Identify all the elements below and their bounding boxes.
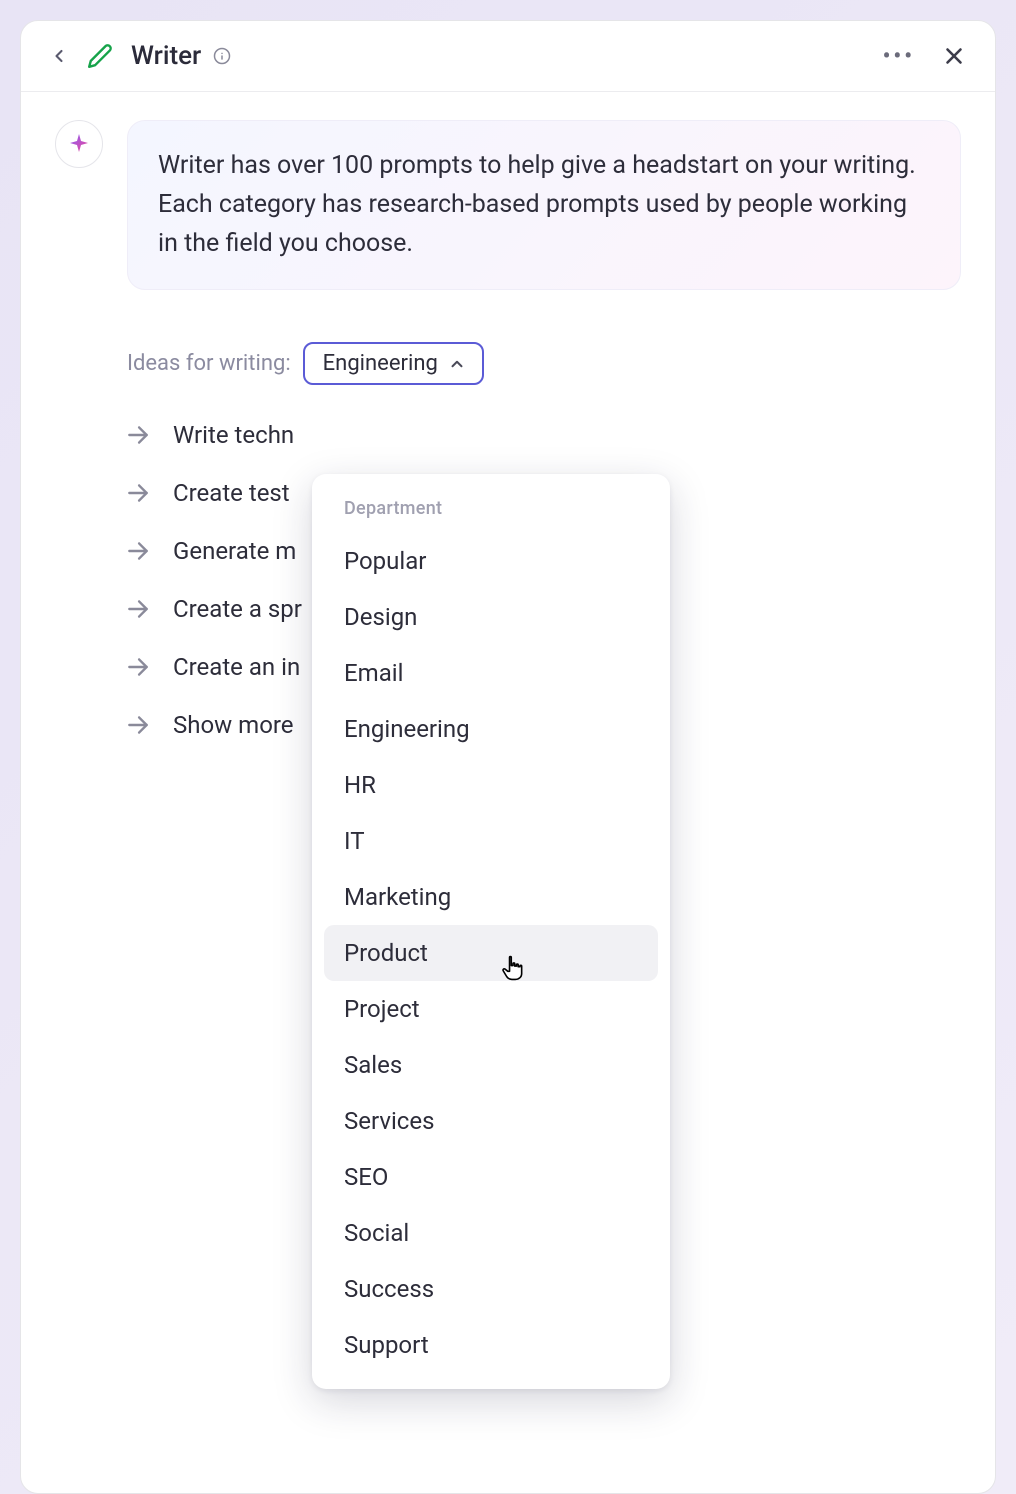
- arrow-right-icon: [125, 422, 151, 448]
- category-dropdown: Department PopularDesignEmailEngineering…: [312, 474, 670, 1389]
- header-left: Writer: [49, 41, 231, 71]
- dropdown-item[interactable]: Project: [324, 981, 658, 1037]
- dropdown-item[interactable]: Social: [324, 1205, 658, 1261]
- dropdown-item[interactable]: Support: [324, 1317, 658, 1373]
- back-button[interactable]: [49, 46, 69, 66]
- ideas-label: Ideas for writing:: [127, 351, 291, 376]
- dropdown-item[interactable]: Email: [324, 645, 658, 701]
- dropdown-section-label: Department: [324, 494, 658, 533]
- dropdown-item[interactable]: Design: [324, 589, 658, 645]
- more-options-button[interactable]: •••: [883, 44, 915, 69]
- arrow-right-icon: [125, 654, 151, 680]
- prompt-text: Create test: [173, 479, 290, 507]
- arrow-right-icon: [125, 712, 151, 738]
- modal-content: Writer has over 100 prompts to help give…: [21, 92, 995, 1493]
- dropdown-item[interactable]: Sales: [324, 1037, 658, 1093]
- page-title: Writer: [131, 41, 201, 71]
- dropdown-item[interactable]: HR: [324, 757, 658, 813]
- close-icon: [941, 43, 967, 69]
- pencil-icon: [87, 43, 113, 69]
- header-right: •••: [883, 43, 967, 69]
- dropdown-item[interactable]: Popular: [324, 533, 658, 589]
- dropdown-item[interactable]: Marketing: [324, 869, 658, 925]
- dropdown-item[interactable]: Services: [324, 1093, 658, 1149]
- info-icon[interactable]: [213, 47, 231, 65]
- dropdown-item[interactable]: IT: [324, 813, 658, 869]
- dropdown-item[interactable]: Product: [324, 925, 658, 981]
- dropdown-item[interactable]: SEO: [324, 1149, 658, 1205]
- arrow-right-icon: [125, 596, 151, 622]
- close-button[interactable]: [941, 43, 967, 69]
- prompt-text: Create a spr: [173, 595, 302, 623]
- arrow-right-icon: [125, 538, 151, 564]
- prompt-text: Write techn: [173, 421, 294, 449]
- prompt-text: Show more: [173, 711, 294, 739]
- intro-box: Writer has over 100 prompts to help give…: [127, 120, 961, 290]
- category-selected-value: Engineering: [323, 351, 438, 376]
- sparkle-icon: [67, 132, 91, 156]
- writer-modal: Writer ••• Writer has over 100 prompts t…: [20, 20, 996, 1494]
- dropdown-item[interactable]: Engineering: [324, 701, 658, 757]
- chevron-up-icon: [448, 355, 466, 373]
- prompt-text: Create an in: [173, 653, 300, 681]
- dropdown-item[interactable]: Success: [324, 1261, 658, 1317]
- prompt-text: Generate m: [173, 537, 296, 565]
- ai-badge: [55, 120, 103, 168]
- intro-row: Writer has over 100 prompts to help give…: [55, 120, 961, 290]
- modal-header: Writer •••: [21, 21, 995, 92]
- ideas-row: Ideas for writing: Engineering: [127, 342, 961, 385]
- arrow-right-icon: [125, 480, 151, 506]
- category-select[interactable]: Engineering: [303, 342, 484, 385]
- prompt-item[interactable]: Write techn: [125, 407, 961, 463]
- chevron-left-icon: [49, 46, 69, 66]
